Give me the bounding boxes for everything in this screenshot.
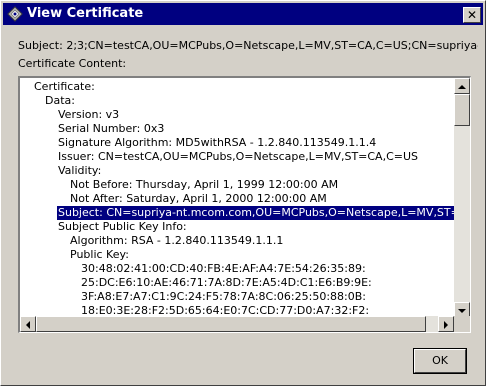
tree-node[interactable]: Validity:: [57, 164, 102, 178]
horizontal-scrollbar[interactable]: [20, 316, 454, 332]
tree-node[interactable]: Issuer: CN=testCA,OU=MCPubs,O=Netscape,L…: [57, 150, 419, 164]
view-certificate-window: View Certificate ✕ Subject: 2;3;CN=testC…: [0, 0, 486, 386]
tree-node[interactable]: Version: v3: [57, 108, 120, 122]
tree-node[interactable]: Algorithm: RSA - 1.2.840.113549.1.1.1: [69, 234, 284, 248]
arrow-left-icon: [26, 321, 30, 329]
window-title: View Certificate: [27, 6, 144, 21]
close-button[interactable]: ✕: [463, 7, 481, 23]
tree-node[interactable]: Not Before: Thursday, April 1, 1999 12:0…: [69, 178, 339, 192]
tree-node[interactable]: Certificate:: [33, 80, 96, 94]
tree-node[interactable]: Subject Public Key Info:: [57, 220, 188, 234]
tree-node[interactable]: Signature Algorithm: MD5withRSA - 1.2.84…: [57, 136, 377, 150]
tree-node[interactable]: 25:DC:E6:10:AE:46:71:7A:8D:7E:A5:4D:C1:E…: [80, 276, 373, 290]
title-bar[interactable]: View Certificate ✕: [3, 3, 483, 25]
tree-rows: Certificate: Data: Version: v3 Serial Numbe…: [20, 78, 454, 318]
scroll-up-button[interactable]: [454, 78, 470, 94]
tree-node[interactable]: Serial Number: 0x3: [57, 122, 165, 136]
tree-node-selected[interactable]: Subject: CN=supriya-nt.mcom.com,OU=MCPub…: [56, 205, 454, 221]
arrow-up-icon: [458, 85, 466, 89]
ok-button[interactable]: OK: [413, 348, 467, 374]
certificate-content-label: Certificate Content:: [18, 57, 127, 70]
certificate-app-icon: [7, 6, 23, 22]
arrow-right-icon: [444, 321, 448, 329]
vertical-scrollbar[interactable]: [454, 78, 470, 318]
horizontal-scroll-thumb[interactable]: [36, 316, 426, 332]
tree-node[interactable]: Public Key:: [69, 248, 130, 262]
subject-line: Subject: 2;3;CN=testCA,OU=MCPubs,O=Netsc…: [18, 39, 478, 52]
certificate-content-tree[interactable]: Certificate: Data: Version: v3 Serial Numbe…: [18, 76, 471, 333]
vertical-scroll-thumb[interactable]: [454, 94, 470, 126]
tree-node[interactable]: 30:48:02:41:00:CD:40:FB:4E:AF:A4:7E:54:2…: [80, 262, 367, 276]
scroll-left-button[interactable]: [20, 316, 36, 332]
scroll-right-button[interactable]: [438, 316, 454, 332]
tree-node[interactable]: Not After: Saturday, April 1, 2000 12:00…: [69, 192, 328, 206]
tree-node[interactable]: 3F:A8:E7:A7:C1:9C:24:F5:78:7A:8C:06:25:5…: [80, 290, 367, 304]
tree-node[interactable]: Data:: [44, 94, 76, 108]
close-icon: ✕: [466, 8, 478, 22]
scrollbar-corner: [454, 316, 470, 332]
